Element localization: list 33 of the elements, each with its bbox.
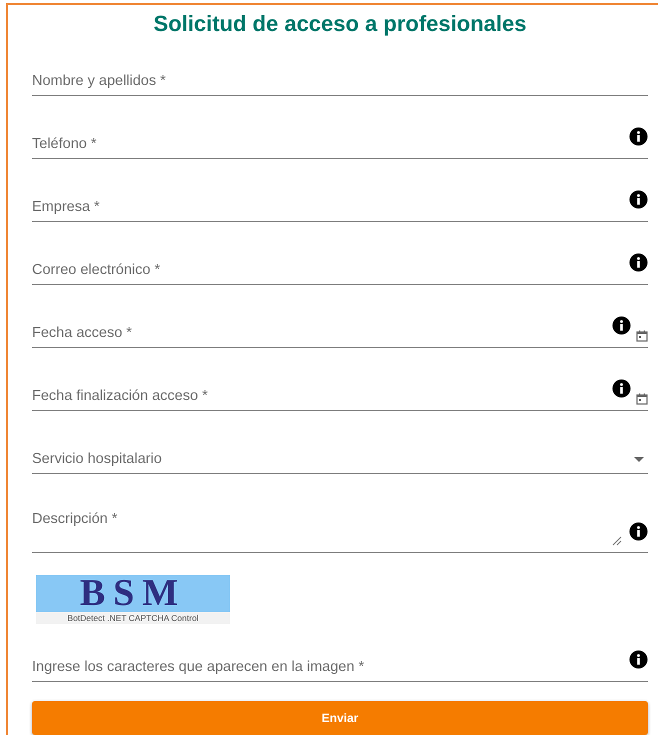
resize-handle-icon[interactable] — [612, 536, 622, 546]
calendar-icon[interactable] — [636, 330, 648, 342]
input-field[interactable]: Correo electrónico * — [32, 251, 648, 285]
input-field[interactable]: Teléfono * — [32, 125, 648, 159]
info-icon[interactable] — [629, 190, 648, 209]
calendar-icon[interactable] — [636, 393, 648, 405]
info-icon[interactable] — [629, 253, 648, 272]
info-icon[interactable] — [629, 522, 648, 541]
captcha-code: BSM — [36, 575, 230, 612]
form-title: Solicitud de acceso a profesionales — [152, 10, 528, 38]
field-label: Teléfono * — [32, 136, 98, 153]
input-field[interactable]: Servicio hospitalario — [32, 440, 648, 474]
input-field[interactable]: Nombre y apellidos * — [32, 62, 648, 96]
captcha-caption: BotDetect .NET CAPTCHA Control — [36, 612, 230, 624]
info-icon[interactable] — [629, 127, 648, 146]
field-label: Descripción * — [32, 511, 118, 528]
input-field[interactable]: Fecha finalización acceso * — [32, 377, 648, 411]
info-icon[interactable] — [612, 379, 631, 398]
dropdown-caret-icon[interactable] — [634, 457, 644, 462]
field-label: Ingrese los caracteres que aparecen en la imagen * — [32, 659, 366, 676]
field-label: Fecha finalización acceso * — [32, 388, 209, 405]
input-field[interactable]: Empresa * — [32, 188, 648, 222]
info-icon[interactable] — [629, 650, 648, 669]
field-label: Fecha acceso * — [32, 325, 133, 342]
field-label: Nombre y apellidos * — [32, 73, 167, 90]
input-field[interactable]: Descripción * — [32, 507, 648, 553]
submit-button[interactable]: Enviar — [32, 701, 648, 735]
field-label: Empresa * — [32, 199, 101, 216]
input-field[interactable]: Ingrese los caracteres que aparecen en la imagen * — [32, 646, 648, 682]
info-icon[interactable] — [612, 316, 631, 335]
field-label: Correo electrónico * — [32, 262, 162, 279]
field-label: Servicio hospitalario — [32, 451, 163, 468]
input-field[interactable]: Fecha acceso * — [32, 314, 648, 348]
